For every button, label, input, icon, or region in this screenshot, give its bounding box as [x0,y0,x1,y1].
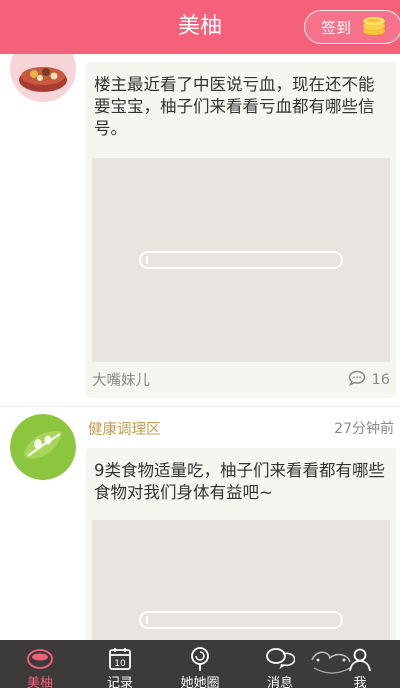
post-card[interactable]: 9类食物适量吃，柚子们来看看都有哪些食物对我们身体有益吧~ [86,448,396,640]
loading-bar [139,251,343,269]
comment-count[interactable]: 16 [348,370,390,390]
tab-records[interactable]: 10 记录 [80,640,160,688]
signin-button[interactable]: 签到 [304,10,400,44]
post-time: 27分钟前 [334,421,394,437]
post-feed[interactable]: 楼主最近看了中医说亏血，现在还不能要宝宝，柚子们来看看亏血都有哪些信号。 大嘴妹… [0,54,400,640]
post-text: 楼主最近看了中医说亏血，现在还不能要宝宝，柚子们来看看亏血都有哪些信号。 [94,75,375,138]
post-item[interactable]: 楼主最近看了中医说亏血，现在还不能要宝宝，柚子们来看看亏血都有哪些信号。 大嘴妹… [0,54,400,460]
tab-circle[interactable]: 她她圈 [160,640,240,688]
category-avatar[interactable] [10,414,76,480]
tab-label: 美柚 [26,676,53,688]
tab-meiyou[interactable]: 美柚 [0,640,80,688]
meiyou-bowl-icon [25,646,55,676]
comment-icon [348,370,372,390]
post-image-placeholder[interactable] [92,520,390,640]
calendar-icon: 10 [107,646,133,676]
svg-text:10: 10 [114,659,126,669]
coin-stack-icon [361,14,387,40]
signin-label: 签到 [321,18,352,37]
chat-bubbles-icon [265,646,296,674]
post-card[interactable]: 楼主最近看了中医说亏血，现在还不能要宝宝，柚子们来看看亏血都有哪些信号。 大嘴妹… [86,62,396,398]
tab-label: 她她圈 [180,676,220,688]
post-item[interactable]: 健康调理区 27分钟前 9类食物适量吃，柚子们来看看都有哪些食物对我们身体有益吧… [0,406,400,640]
app-header: 美柚 签到 [0,0,400,54]
post-image-placeholder[interactable] [92,158,390,362]
tab-label: 记录 [106,676,133,688]
watermark-logo [306,646,358,682]
post-category[interactable]: 健康调理区 [88,418,161,439]
loading-bar [139,611,343,629]
post-text: 9类食物适量吃，柚子们来看看都有哪些食物对我们身体有益吧~ [94,461,385,502]
lollipop-icon [187,646,213,676]
comment-count-value: 16 [371,372,390,388]
post-author[interactable]: 大嘴妹儿 [92,369,150,390]
avatar[interactable] [10,54,76,102]
